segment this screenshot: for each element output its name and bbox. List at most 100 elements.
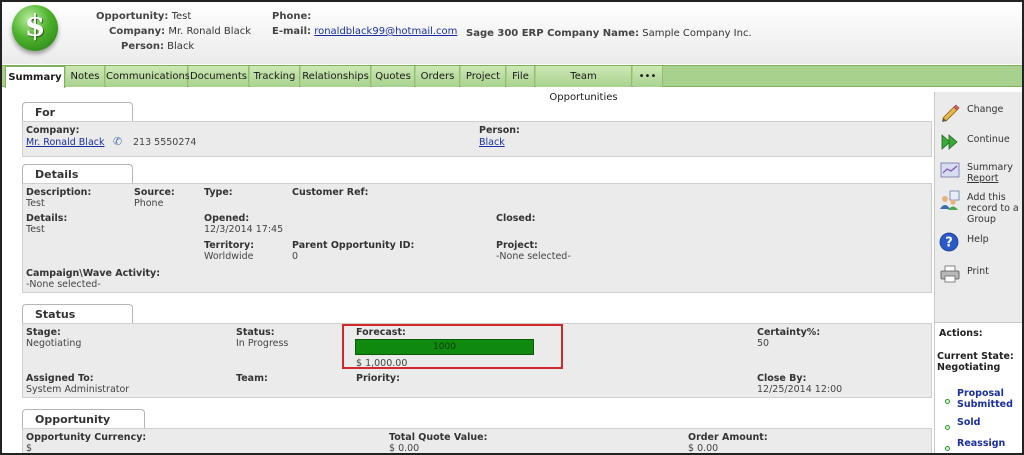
help-label: Help	[967, 234, 989, 245]
for-phone-value: 213 5550274	[133, 137, 197, 148]
details-parent-value: 0	[292, 251, 299, 262]
print-button[interactable]: Print	[939, 264, 989, 284]
header-person: Person: Black	[121, 41, 194, 52]
status-certainty-label: Certainty%:	[757, 327, 821, 338]
print-label: Print	[967, 266, 989, 277]
header-company-value: Mr. Ronald Black	[168, 26, 251, 37]
details-parent-label: Parent Opportunity ID:	[292, 240, 415, 251]
tab-tracking[interactable]: Tracking	[250, 66, 300, 87]
tab-relationships[interactable]: Relationships	[301, 66, 371, 87]
total-order-value: $ 0.00	[688, 443, 719, 454]
for-company-link[interactable]: Mr. Ronald Black	[26, 137, 105, 148]
tab-more[interactable]: •••	[633, 66, 663, 87]
details-closed-label: Closed:	[496, 213, 536, 224]
summary-report-button[interactable]: Summary Report	[939, 160, 1013, 184]
for-person-link[interactable]: Black	[479, 137, 505, 148]
dollar-glyph: $	[24, 9, 46, 44]
report-icon	[940, 162, 960, 178]
details-territory-label: Territory:	[204, 240, 255, 251]
current-state-label: Current State:	[937, 351, 1014, 362]
help-icon: ?	[939, 232, 959, 252]
summary-report-label: Summary Report	[967, 160, 1013, 184]
status-status-value: In Progress	[236, 338, 289, 349]
status-panel-title: Status	[22, 304, 133, 323]
header-opportunity-value: Test	[171, 11, 192, 22]
add-group-line1: Add this	[967, 192, 1006, 203]
status-stage-label: Stage:	[26, 327, 61, 338]
details-description-label: Description:	[26, 187, 92, 198]
phone-icon: ✆	[113, 135, 123, 148]
details-type-label: Type:	[204, 187, 233, 198]
opportunity-logo-icon: $	[12, 5, 58, 51]
action-proposal-line2: Submitted	[957, 399, 1013, 410]
add-group-line2: record to a	[967, 203, 1019, 214]
header-phone-label: Phone:	[272, 11, 312, 22]
group-icon	[940, 190, 960, 210]
tab-file[interactable]: File	[507, 66, 535, 87]
details-source-label: Source:	[134, 187, 175, 198]
header-opportunity: Opportunity: Test	[96, 11, 191, 22]
tab-documents[interactable]: Documents	[189, 66, 249, 87]
for-company-label: Company:	[26, 125, 80, 136]
details-opened-label: Opened:	[204, 213, 250, 224]
action-reassign[interactable]: Reassign	[957, 438, 1005, 449]
for-panel: Company: Mr. Ronald Black ✆ 213 5550274 …	[22, 121, 932, 157]
details-description-value: Test	[26, 198, 45, 209]
add-group-line3: Group	[967, 214, 996, 225]
tab-project[interactable]: Project	[461, 66, 506, 87]
continue-label: Continue	[967, 134, 1010, 145]
header-company: Company: Mr. Ronald Black	[109, 26, 251, 37]
status-certainty-value: 50	[757, 338, 770, 349]
total-quote-value: $ 0.00	[389, 443, 420, 454]
status-assigned-value: System Administrator	[26, 384, 130, 395]
add-to-group-label: Add this record to a Group	[967, 190, 1019, 225]
details-details-label: Details:	[26, 213, 68, 224]
status-closeby-value: 12/25/2014 12:00	[757, 384, 843, 395]
status-priority-label: Priority:	[356, 373, 400, 384]
current-state-value: Negotiating	[937, 362, 1001, 373]
header-email-link[interactable]: ronaldblack99@hotmail.com	[314, 26, 457, 37]
status-status-label: Status:	[236, 327, 275, 338]
actions-label: Actions:	[939, 328, 983, 339]
bullet-icon	[945, 446, 950, 451]
header-erp-value: Sample Company Inc.	[642, 28, 752, 39]
action-sold[interactable]: Sold	[957, 417, 980, 428]
bullet-icon	[945, 425, 950, 430]
header-erp-company: Sage 300 ERP Company Name: Sample Compan…	[466, 28, 752, 39]
tab-orders[interactable]: Orders	[416, 66, 460, 87]
tab-communications[interactable]: Communications	[106, 66, 190, 87]
change-button[interactable]: Change	[939, 102, 1003, 122]
action-proposal-line1: Proposal	[957, 388, 1004, 399]
total-panel-title: Opportunity Total	[22, 409, 145, 439]
status-assigned-label: Assigned To:	[26, 373, 94, 384]
details-details-value: Test	[26, 224, 45, 235]
for-panel-title: For	[22, 102, 133, 121]
tab-notes[interactable]: Notes	[66, 66, 105, 87]
total-panel: Opportunity Currency: $ Total Quote Valu…	[22, 428, 932, 454]
header-person-label: Person:	[121, 41, 164, 52]
bullet-icon	[945, 399, 950, 404]
tab-team-opportunities[interactable]: Team Opportunities	[536, 66, 632, 103]
record-header: $ Opportunity: Test Company: Mr. Ronald …	[2, 2, 1022, 64]
details-opened-value: 12/3/2014 17:45	[204, 224, 284, 235]
continue-button[interactable]: Continue	[939, 132, 1010, 152]
total-currency-value: $	[26, 443, 33, 454]
details-source-value: Phone	[134, 198, 164, 209]
help-button[interactable]: ? Help	[939, 232, 989, 252]
total-currency-label: Opportunity Currency:	[26, 432, 147, 443]
header-erp-label: Sage 300 ERP Company Name:	[466, 28, 640, 39]
tab-summary[interactable]: Summary	[5, 66, 65, 88]
workflow-actions: Actions: Current State: Negotiating Prop…	[935, 322, 1022, 453]
details-customer-ref-label: Customer Ref:	[292, 187, 369, 198]
svg-text:?: ?	[945, 236, 953, 251]
status-stage-value: Negotiating	[26, 338, 82, 349]
fast-forward-icon	[941, 134, 958, 150]
add-to-group-button[interactable]: Add this record to a Group	[939, 190, 1019, 225]
total-quote-label: Total Quote Value:	[389, 432, 488, 443]
header-person-value: Black	[167, 41, 195, 52]
header-opportunity-label: Opportunity:	[96, 11, 169, 22]
app-window: $ Opportunity: Test Company: Mr. Ronald …	[0, 0, 1024, 455]
tab-quotes[interactable]: Quotes	[372, 66, 415, 87]
details-project-label: Project:	[496, 240, 538, 251]
action-proposal-submitted[interactable]: Proposal Submitted	[957, 388, 1013, 410]
